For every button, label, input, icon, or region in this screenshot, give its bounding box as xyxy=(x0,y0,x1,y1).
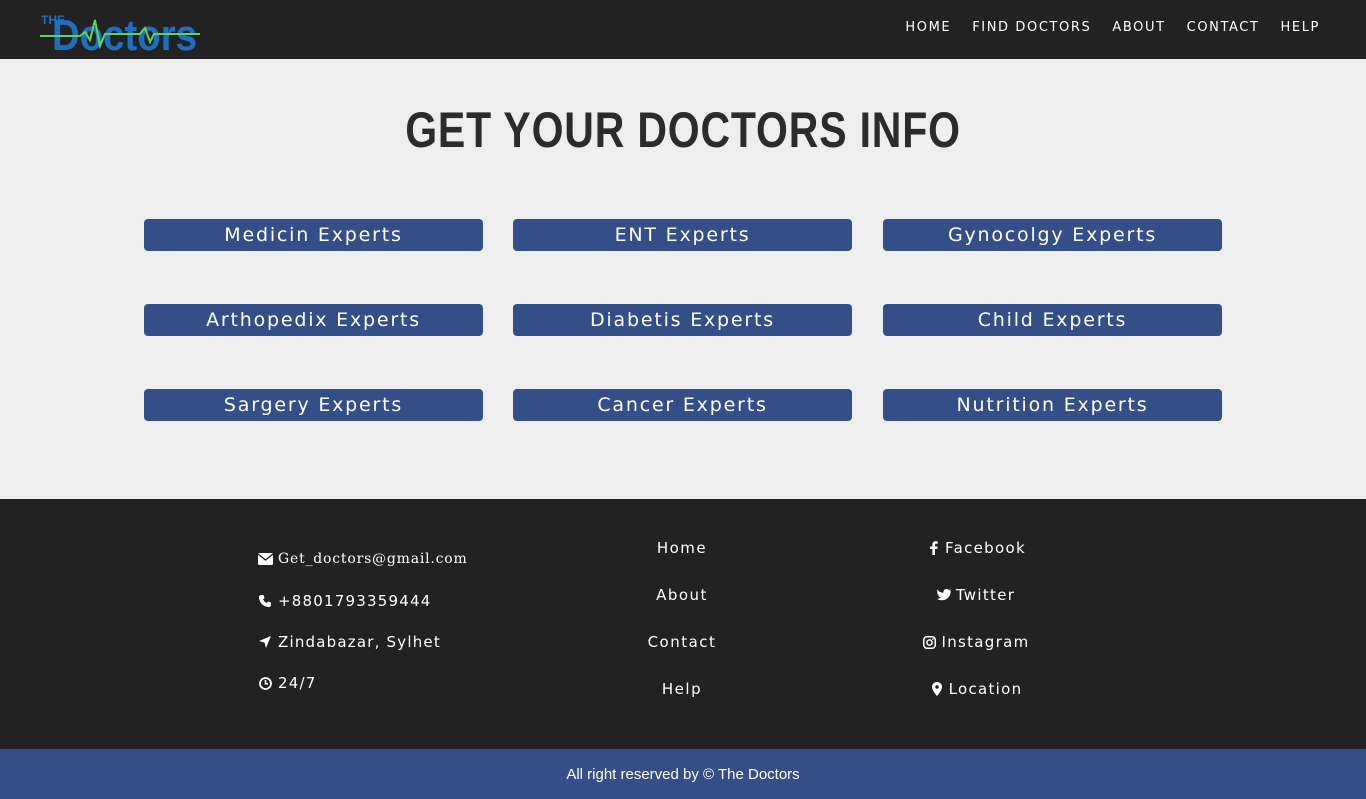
contact-phone-text: +8801793359444 xyxy=(278,592,432,610)
contact-email-text: Get_doctors@gmail.com xyxy=(278,551,468,567)
social-location-label: Location xyxy=(948,680,1023,698)
main-nav: HOME FIND DOCTORS ABOUT CONTACT HELP xyxy=(884,0,1320,55)
svg-text:Doctors: Doctors xyxy=(52,11,197,54)
sargery-experts-button[interactable]: Sargery Experts xyxy=(144,389,483,421)
ent-experts-button[interactable]: ENT Experts xyxy=(513,219,852,251)
envelope-icon xyxy=(257,552,273,566)
phone-icon xyxy=(257,594,273,608)
child-experts-button[interactable]: Child Experts xyxy=(883,304,1222,336)
footer-link-contact[interactable]: Contact xyxy=(582,633,782,651)
nav-about[interactable]: ABOUT xyxy=(1112,20,1165,35)
page-title: GET YOUR DOCTORS INFO xyxy=(405,102,961,158)
contact-hours-text: 24/7 xyxy=(278,674,317,692)
social-location[interactable]: Location xyxy=(866,680,1086,698)
copyright-bar: All right reserved by © The Doctors xyxy=(0,749,1366,799)
nav-contact[interactable]: CONTACT xyxy=(1187,20,1260,35)
social-twitter-label: Twitter xyxy=(955,586,1016,604)
map-marker-icon xyxy=(930,682,944,696)
nav-home[interactable]: HOME xyxy=(905,20,951,35)
gynocolgy-experts-button[interactable]: Gynocolgy Experts xyxy=(883,219,1222,251)
cancer-experts-button[interactable]: Cancer Experts xyxy=(513,389,852,421)
medicin-experts-button[interactable]: Medicin Experts xyxy=(144,219,483,251)
social-twitter[interactable]: Twitter xyxy=(866,586,1086,604)
nav-help[interactable]: HELP xyxy=(1281,20,1320,35)
diabetis-experts-button[interactable]: Diabetis Experts xyxy=(513,304,852,336)
social-instagram[interactable]: Instagram xyxy=(866,633,1086,651)
contact-address[interactable]: Zindabazar, Sylhet xyxy=(257,633,441,651)
contact-email[interactable]: Get_doctors@gmail.com xyxy=(257,551,468,567)
contact-address-text: Zindabazar, Sylhet xyxy=(278,633,441,651)
social-facebook[interactable]: Facebook xyxy=(866,539,1086,557)
social-facebook-label: Facebook xyxy=(945,539,1026,557)
nutrition-experts-button[interactable]: Nutrition Experts xyxy=(883,389,1222,421)
arthopedix-experts-button[interactable]: Arthopedix Experts xyxy=(144,304,483,336)
main-section: GET YOUR DOCTORS INFO Medicin Experts EN… xyxy=(0,59,1366,499)
instagram-icon xyxy=(922,635,936,649)
contact-phone[interactable]: +8801793359444 xyxy=(257,592,431,610)
footer-link-home[interactable]: Home xyxy=(582,539,782,557)
nav-find-doctors[interactable]: FIND DOCTORS xyxy=(972,20,1091,35)
contact-hours: 24/7 xyxy=(257,674,316,692)
facebook-icon xyxy=(926,541,940,555)
site-logo[interactable]: THE Doctors xyxy=(40,4,200,54)
social-instagram-label: Instagram xyxy=(941,633,1030,651)
location-arrow-icon xyxy=(257,635,273,649)
copyright-text: All right reserved by © The Doctors xyxy=(566,765,800,783)
footer-link-about[interactable]: About xyxy=(582,586,782,604)
twitter-icon xyxy=(936,588,951,602)
footer-link-help[interactable]: Help xyxy=(582,680,782,698)
site-footer: Get_doctors@gmail.com +8801793359444 Zin… xyxy=(0,499,1366,749)
clock-icon xyxy=(257,676,273,690)
top-navbar: THE Doctors HOME FIND DOCTORS ABOUT CONT… xyxy=(0,0,1366,59)
